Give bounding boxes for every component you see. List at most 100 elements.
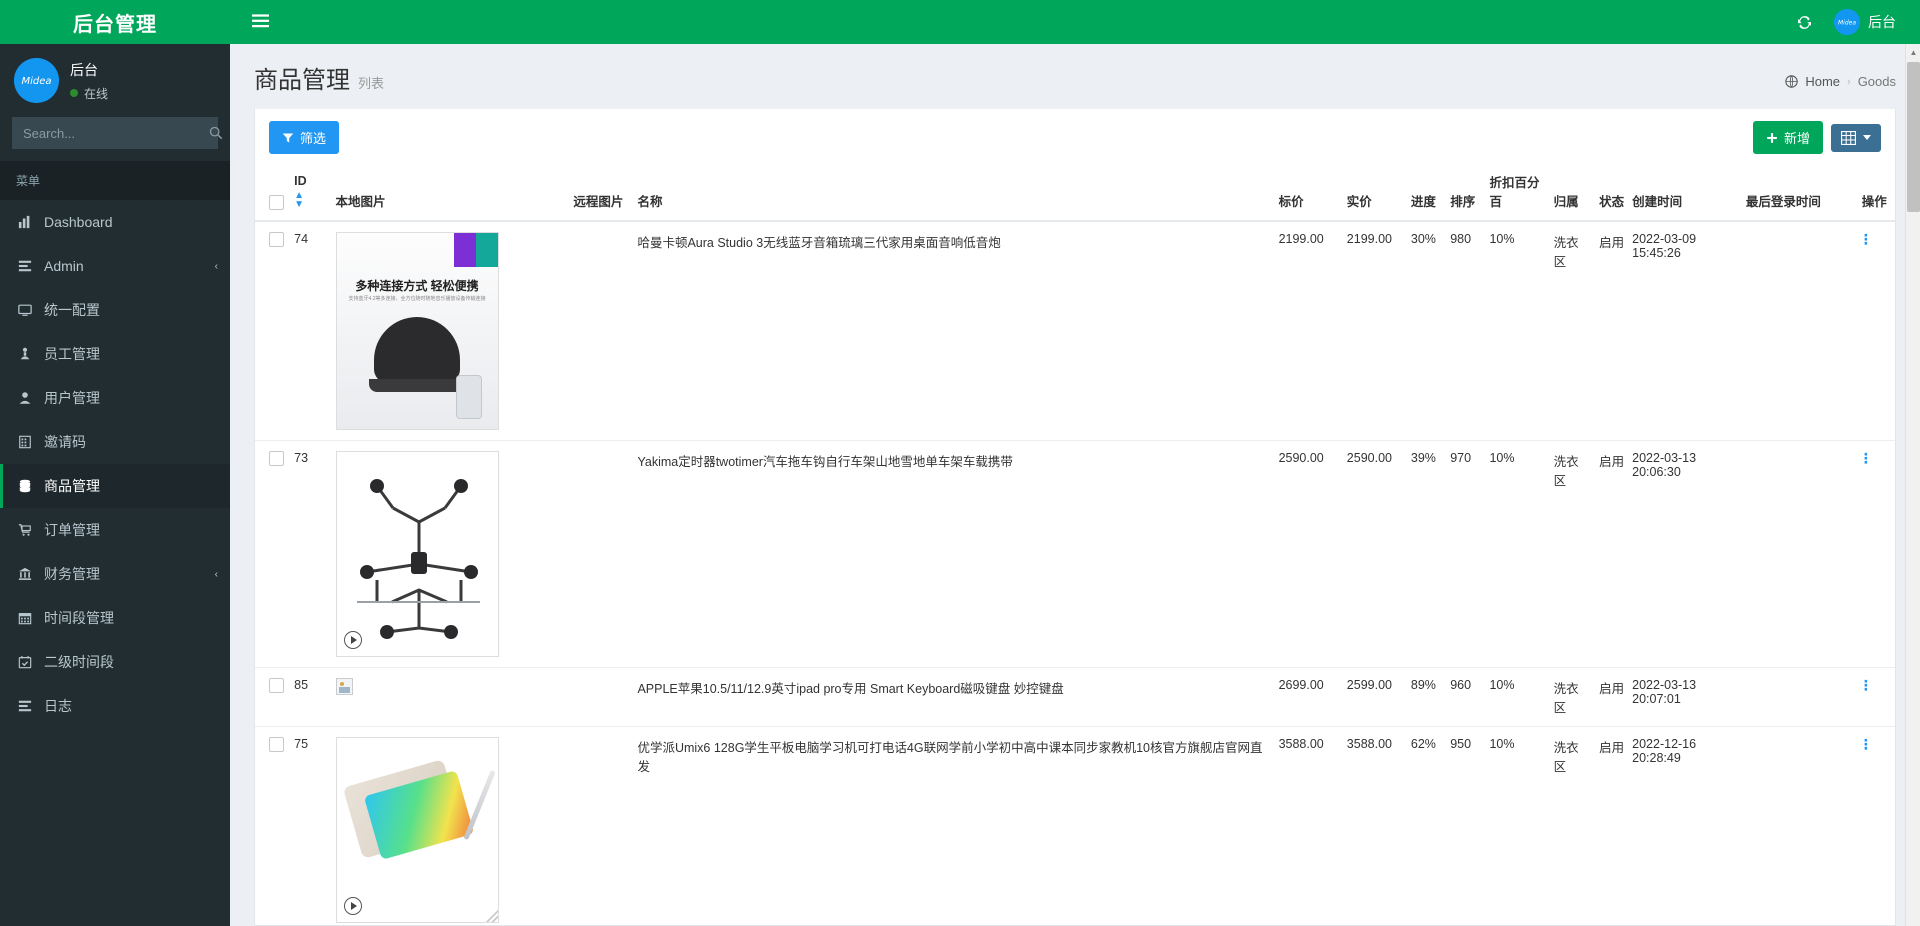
row-last-login-time <box>1742 668 1858 727</box>
table-row[interactable]: 74 多种连接方式 轻松便携 支持蓝牙4.2等多连接，全方位随时随地音乐播放设备… <box>255 221 1895 441</box>
sidebar-item-orders[interactable]: 订单管理 <box>0 508 230 552</box>
sort-icon[interactable]: ▲▼ <box>294 191 304 209</box>
breadcrumb: Home › Goods <box>1785 74 1896 89</box>
table-head: ID ▲▼ 本地图片 远程图片 名称 标价 实价 进度 排序 折扣百分百 <box>255 164 1895 221</box>
row-sort: 950 <box>1446 727 1485 926</box>
breadcrumb-separator: › <box>1847 76 1851 88</box>
sidebar-item-label: 统一配置 <box>44 300 218 320</box>
row-belong: 洗衣区 <box>1550 441 1595 668</box>
sidebar-item-goods[interactable]: 商品管理 <box>0 464 230 508</box>
th-real-price: 实价 <box>1343 164 1407 221</box>
page-subtitle: 列表 <box>358 73 384 92</box>
row-remote-image-cell <box>569 727 633 926</box>
avatar: Midea <box>14 58 59 103</box>
search-button[interactable] <box>209 118 223 148</box>
sidebar-item-unified-config[interactable]: 统一配置 <box>0 288 230 332</box>
page-scrollbar[interactable]: ▲ <box>1905 44 1920 926</box>
sidebar-item-finance[interactable]: 财务管理 ‹ <box>0 552 230 596</box>
filter-button[interactable]: 筛选 <box>269 121 339 154</box>
bank-icon <box>16 567 34 581</box>
page-header: 商品管理 列表 Home › Goods <box>230 44 1920 109</box>
th-discount: 折扣百分百 <box>1485 164 1549 221</box>
filter-button-label: 筛选 <box>300 128 326 147</box>
row-operations-cell: ⋮ <box>1858 668 1895 727</box>
sidebar-search[interactable] <box>12 117 218 149</box>
th-belong: 归属 <box>1550 164 1595 221</box>
play-button-overlay[interactable] <box>344 897 362 915</box>
sidebar-item-label: Admin <box>44 258 205 274</box>
broken-image-icon[interactable] <box>336 678 353 695</box>
cart-icon <box>16 523 34 537</box>
row-sort: 970 <box>1446 441 1485 668</box>
row-sort: 980 <box>1446 221 1485 441</box>
search-input[interactable] <box>13 126 209 141</box>
row-create-time: 2022-03-13 20:06:30 <box>1628 441 1742 668</box>
row-checkbox[interactable] <box>269 678 284 693</box>
th-operations: 操作 <box>1858 164 1895 221</box>
row-belong: 洗衣区 <box>1550 668 1595 727</box>
add-button[interactable]: 新增 <box>1753 121 1823 154</box>
select-all-checkbox[interactable] <box>269 195 284 210</box>
refresh-button[interactable] <box>1781 0 1828 44</box>
table-row[interactable]: 73 <box>255 441 1895 668</box>
row-actions-menu-button[interactable]: ⋮ <box>1862 678 1872 694</box>
column-settings-button[interactable] <box>1831 124 1881 152</box>
sidebar-item-secondary-timeslot[interactable]: 二级时间段 <box>0 640 230 684</box>
breadcrumb-current[interactable]: Goods <box>1858 74 1896 89</box>
sidebar-item-dashboard[interactable]: Dashboard <box>0 200 230 244</box>
midea-logo-icon: Midea <box>14 58 59 103</box>
tablet-product-image <box>337 738 498 922</box>
sidebar-item-invite-code[interactable]: 邀请码 <box>0 420 230 464</box>
row-progress: 39% <box>1407 441 1446 668</box>
user-avatar: Midea <box>1834 9 1860 35</box>
row-actions-menu-button[interactable]: ⋮ <box>1862 737 1872 753</box>
row-create-time: 2022-12-16 20:28:49 <box>1628 727 1742 926</box>
row-operations-cell: ⋮ <box>1858 727 1895 926</box>
sidebar-item-user[interactable]: 用户管理 <box>0 376 230 420</box>
play-button-overlay[interactable] <box>344 631 362 649</box>
row-belong: 洗衣区 <box>1550 221 1595 441</box>
user-menu-button[interactable]: Midea 后台 <box>1828 0 1910 44</box>
scrollbar-up-arrow[interactable]: ▲ <box>1906 44 1920 61</box>
row-checkbox[interactable] <box>269 737 284 752</box>
table-row[interactable]: 75 <box>255 727 1895 926</box>
sidebar-item-timeslot[interactable]: 时间段管理 <box>0 596 230 640</box>
sidebar-item-logs[interactable]: 日志 <box>0 684 230 728</box>
row-real-price: 3588.00 <box>1343 727 1407 926</box>
grid-icon <box>16 435 34 449</box>
search-icon <box>209 126 223 140</box>
profile-name: 后台 <box>70 60 108 80</box>
th-create-time: 创建时间 <box>1628 164 1742 221</box>
plus-icon <box>1766 132 1778 144</box>
product-thumbnail[interactable]: 多种连接方式 轻松便携 支持蓝牙4.2等多连接，全方位随时随地音乐播放设备传输连… <box>336 232 499 430</box>
sidebar-item-admin[interactable]: Admin ‹ <box>0 244 230 288</box>
th-sort: 排序 <box>1446 164 1485 221</box>
product-thumbnail[interactable] <box>336 737 499 923</box>
table-row[interactable]: 85 APPLE苹果10.5/11/12.9英寸ipad pro专用 Smart… <box>255 668 1895 727</box>
goods-table: ID ▲▼ 本地图片 远程图片 名称 标价 实价 进度 排序 折扣百分百 <box>255 164 1895 926</box>
sidebar-menu: Dashboard Admin ‹ 统一配置 员工管理 <box>0 200 230 728</box>
row-name: APPLE苹果10.5/11/12.9英寸ipad pro专用 Smart Ke… <box>633 668 1274 727</box>
row-name: 优学派Umix6 128G学生平板电脑学习机可打电话4G联网学前小学初中高中课本… <box>633 727 1274 926</box>
row-actions-menu-button[interactable]: ⋮ <box>1862 451 1872 467</box>
th-last-login-time: 最后登录时间 <box>1742 164 1858 221</box>
profile-status: 在线 <box>70 85 108 102</box>
sidebar-toggle-button[interactable] <box>244 10 277 35</box>
breadcrumb-home[interactable]: Home <box>1805 74 1840 89</box>
th-local-image: 本地图片 <box>332 164 570 221</box>
row-checkbox[interactable] <box>269 232 284 247</box>
goods-panel: 筛选 新增 <box>254 109 1896 926</box>
table-toolbar: 筛选 新增 <box>255 109 1895 164</box>
resize-handle[interactable] <box>486 910 498 922</box>
row-actions-menu-button[interactable]: ⋮ <box>1862 232 1872 248</box>
th-select-all <box>255 164 290 221</box>
row-checkbox[interactable] <box>269 451 284 466</box>
row-name: 哈曼卡顿Aura Studio 3无线蓝牙音箱琉璃三代家用桌面音响低音炮 <box>633 221 1274 441</box>
midea-logo-icon: Midea <box>1834 9 1860 35</box>
monitor-icon <box>16 303 34 317</box>
product-thumbnail[interactable] <box>336 451 499 657</box>
sidebar-profile: Midea 后台 在线 <box>0 44 230 117</box>
th-id[interactable]: ID ▲▼ <box>290 164 331 221</box>
scrollbar-thumb[interactable] <box>1907 62 1920 212</box>
sidebar-item-employee[interactable]: 员工管理 <box>0 332 230 376</box>
